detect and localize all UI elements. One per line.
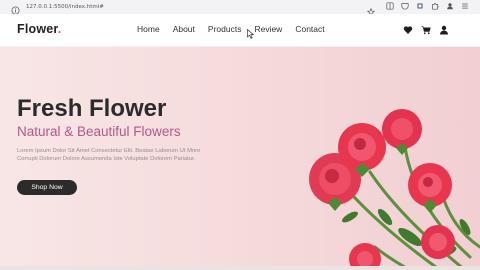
info-icon[interactable] xyxy=(11,2,20,15)
header-icons xyxy=(403,25,449,35)
logo[interactable]: Flower. xyxy=(17,22,61,36)
extension-icon[interactable] xyxy=(416,2,424,10)
bottom-strip xyxy=(0,266,480,270)
nav-contact[interactable]: Contact xyxy=(295,24,324,34)
hero-title: Fresh Flower xyxy=(17,95,167,122)
shop-now-button[interactable]: Shop Now xyxy=(17,180,77,195)
nav-review[interactable]: Review xyxy=(254,24,282,34)
menu-icon[interactable] xyxy=(461,2,469,10)
nav-about[interactable]: About xyxy=(173,24,195,34)
puzzle-icon[interactable] xyxy=(431,2,439,10)
address-bar[interactable]: 127.0.0.1:5500/index.html# xyxy=(0,2,378,16)
browser-toolbar: 127.0.0.1:5500/index.html# xyxy=(0,0,480,16)
cart-icon[interactable] xyxy=(421,25,431,35)
main-nav: Home About Products Review Contact xyxy=(137,24,338,34)
hero-section: Fresh Flower Natural & Beautiful Flowers… xyxy=(0,47,480,270)
nav-home[interactable]: Home xyxy=(137,24,160,34)
hero-subtitle: Natural & Beautiful Flowers xyxy=(17,124,181,139)
mouse-cursor-icon xyxy=(247,26,255,39)
url-text[interactable]: 127.0.0.1:5500/index.html# xyxy=(26,2,104,12)
nav-products[interactable]: Products xyxy=(208,24,242,34)
reader-icon[interactable] xyxy=(386,2,394,10)
logo-text: Flower xyxy=(17,22,58,36)
heart-icon[interactable] xyxy=(403,25,413,35)
browser-extensions xyxy=(386,2,469,12)
star-icon[interactable] xyxy=(366,3,376,16)
profile-icon[interactable] xyxy=(446,2,454,10)
logo-dot: . xyxy=(57,22,62,36)
pocket-icon[interactable] xyxy=(401,2,409,10)
user-icon[interactable] xyxy=(439,25,449,35)
roses-image xyxy=(309,109,480,270)
site-header: Flower. Home About Products Review Conta… xyxy=(0,14,480,46)
hero-description: Lorem Ipsum Dolor Sit Amet Consectetur E… xyxy=(17,148,201,162)
